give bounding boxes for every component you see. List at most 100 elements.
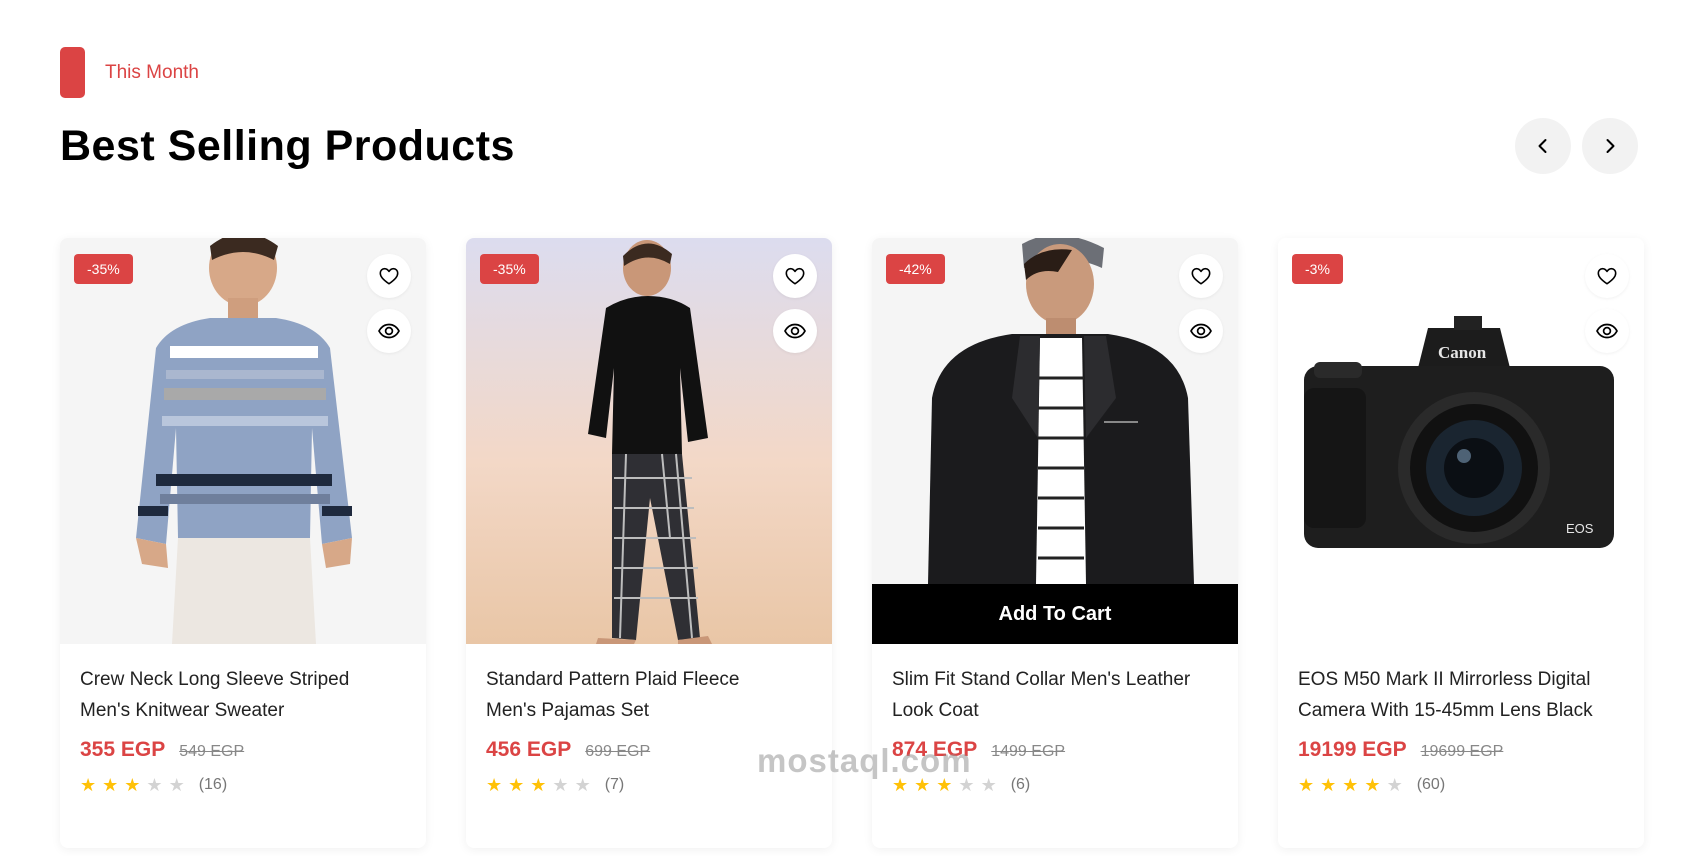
product-info: EOS M50 Mark II Mirrorless Digital Camer… bbox=[1278, 644, 1644, 794]
price-row: 874 EGP 1499 EGP bbox=[892, 738, 1218, 762]
product-info: Crew Neck Long Sleeve Striped Men's Knit… bbox=[60, 644, 426, 794]
product-list: -35% Crew Neck Long Sleeve Striped Men's… bbox=[60, 238, 1644, 848]
chevron-right-icon bbox=[1606, 139, 1615, 153]
prev-button[interactable] bbox=[1515, 118, 1571, 174]
product-photo-sweater bbox=[60, 238, 426, 644]
eyebrow-accent-bar bbox=[60, 47, 85, 98]
star-filled-icon: ★ bbox=[102, 775, 119, 795]
review-count: (60) bbox=[1416, 776, 1446, 793]
heart-icon bbox=[785, 267, 805, 285]
star-filled-icon: ★ bbox=[1364, 775, 1381, 795]
price-row: 355 EGP 549 EGP bbox=[80, 738, 406, 762]
discount-badge: -35% bbox=[74, 254, 133, 284]
star-filled-icon: ★ bbox=[1298, 775, 1315, 795]
old-price: 699 EGP bbox=[585, 743, 651, 760]
price-row: 456 EGP 699 EGP bbox=[486, 738, 812, 762]
wishlist-button[interactable] bbox=[773, 254, 817, 298]
product-name-line: EOS M50 Mark II Mirrorless Digital bbox=[1298, 669, 1591, 690]
old-price: 1499 EGP bbox=[991, 743, 1066, 760]
star-empty-icon: ★ bbox=[574, 775, 591, 795]
star-filled-icon: ★ bbox=[124, 775, 141, 795]
section-eyebrow: This Month bbox=[60, 47, 199, 98]
product-name-line: Slim Fit Stand Collar Men's Leather bbox=[892, 669, 1191, 690]
review-count: (7) bbox=[604, 776, 625, 793]
quick-view-button[interactable] bbox=[367, 309, 411, 353]
rating-row: ★ ★ ★ ★ ★ (16) bbox=[80, 776, 406, 794]
discount-badge: -3% bbox=[1292, 254, 1343, 284]
star-filled-icon: ★ bbox=[914, 775, 931, 795]
product-name-line: Camera With 15-45mm Lens Black bbox=[1298, 700, 1593, 721]
star-empty-icon: ★ bbox=[1386, 775, 1403, 795]
product-image-area[interactable]: -3% Canon EOS bbox=[1278, 238, 1644, 644]
wishlist-button[interactable] bbox=[1179, 254, 1223, 298]
product-card[interactable]: -35% bbox=[466, 238, 832, 848]
star-filled-icon: ★ bbox=[80, 775, 97, 795]
rating-row: ★ ★ ★ ★ ★ (6) bbox=[892, 776, 1218, 794]
product-image-area[interactable]: -42% Add To Cart bbox=[872, 238, 1238, 644]
rating-row: ★ ★ ★ ★ ★ (7) bbox=[486, 776, 812, 794]
quick-view-button[interactable] bbox=[773, 309, 817, 353]
quick-view-button[interactable] bbox=[1585, 309, 1629, 353]
product-card[interactable]: -35% bbox=[60, 238, 426, 848]
heart-icon bbox=[1191, 267, 1211, 285]
current-price: 874 EGP bbox=[892, 738, 978, 761]
discount-badge: -42% bbox=[886, 254, 945, 284]
review-count: (16) bbox=[198, 776, 228, 793]
current-price: 355 EGP bbox=[80, 738, 166, 761]
star-filled-icon: ★ bbox=[1342, 775, 1359, 795]
review-count: (6) bbox=[1010, 776, 1031, 793]
rating-row: ★ ★ ★ ★ ★ (60) bbox=[1298, 776, 1624, 794]
star-filled-icon: ★ bbox=[1320, 775, 1337, 795]
product-name-line: Standard Pattern Plaid Fleece bbox=[486, 669, 740, 690]
product-card[interactable]: -3% Canon EOS EOS M50 Mark II Mirrorless… bbox=[1278, 238, 1644, 848]
star-empty-icon: ★ bbox=[146, 775, 163, 795]
eye-icon bbox=[378, 323, 400, 339]
product-photo-camera: Canon EOS bbox=[1278, 238, 1644, 644]
heart-icon bbox=[1597, 267, 1617, 285]
product-name-line: Look Coat bbox=[892, 700, 979, 721]
product-name-line: Men's Knitwear Sweater bbox=[80, 700, 285, 721]
eyebrow-label: This Month bbox=[105, 61, 199, 83]
product-image-area[interactable]: -35% bbox=[466, 238, 832, 644]
price-row: 19199 EGP 19699 EGP bbox=[1298, 738, 1624, 762]
current-price: 456 EGP bbox=[486, 738, 572, 761]
product-card[interactable]: -42% Add To Cart Slim Fit Stand Collar M… bbox=[872, 238, 1238, 848]
eye-icon bbox=[1596, 323, 1618, 339]
heart-icon bbox=[379, 267, 399, 285]
quick-view-button[interactable] bbox=[1179, 309, 1223, 353]
star-filled-icon: ★ bbox=[936, 775, 953, 795]
star-filled-icon: ★ bbox=[892, 775, 909, 795]
star-empty-icon: ★ bbox=[980, 775, 997, 795]
add-to-cart-button[interactable]: Add To Cart bbox=[872, 584, 1238, 644]
star-empty-icon: ★ bbox=[958, 775, 975, 795]
chevron-left-icon bbox=[1538, 139, 1547, 153]
product-name[interactable]: Standard Pattern Plaid Fleece Men's Paja… bbox=[486, 664, 812, 726]
star-filled-icon: ★ bbox=[486, 775, 503, 795]
product-photo-pajamas bbox=[588, 240, 712, 644]
eye-icon bbox=[784, 323, 806, 339]
product-name[interactable]: Slim Fit Stand Collar Men's Leather Look… bbox=[892, 664, 1218, 726]
product-info: Slim Fit Stand Collar Men's Leather Look… bbox=[872, 644, 1238, 794]
carousel-nav bbox=[1515, 118, 1638, 174]
product-info: Standard Pattern Plaid Fleece Men's Paja… bbox=[466, 644, 832, 794]
section-title: Best Selling Products bbox=[60, 122, 515, 170]
old-price: 19699 EGP bbox=[1420, 743, 1504, 760]
star-filled-icon: ★ bbox=[508, 775, 525, 795]
current-price: 19199 EGP bbox=[1298, 738, 1407, 761]
product-name-line: Men's Pajamas Set bbox=[486, 700, 650, 721]
wishlist-button[interactable] bbox=[367, 254, 411, 298]
best-selling-section: This Month Best Selling Products -35% Cr… bbox=[0, 0, 1698, 856]
star-empty-icon: ★ bbox=[168, 775, 185, 795]
product-name-line: Crew Neck Long Sleeve Striped bbox=[80, 669, 350, 690]
camera-brand-text: Canon bbox=[1438, 343, 1487, 362]
star-filled-icon: ★ bbox=[530, 775, 547, 795]
star-empty-icon: ★ bbox=[552, 775, 569, 795]
product-name[interactable]: Crew Neck Long Sleeve Striped Men's Knit… bbox=[80, 664, 406, 726]
product-image-area[interactable]: -35% bbox=[60, 238, 426, 644]
next-button[interactable] bbox=[1582, 118, 1638, 174]
old-price: 549 EGP bbox=[179, 743, 245, 760]
eye-icon bbox=[1190, 323, 1212, 339]
discount-badge: -35% bbox=[480, 254, 539, 284]
wishlist-button[interactable] bbox=[1585, 254, 1629, 298]
product-name[interactable]: EOS M50 Mark II Mirrorless Digital Camer… bbox=[1298, 664, 1624, 726]
